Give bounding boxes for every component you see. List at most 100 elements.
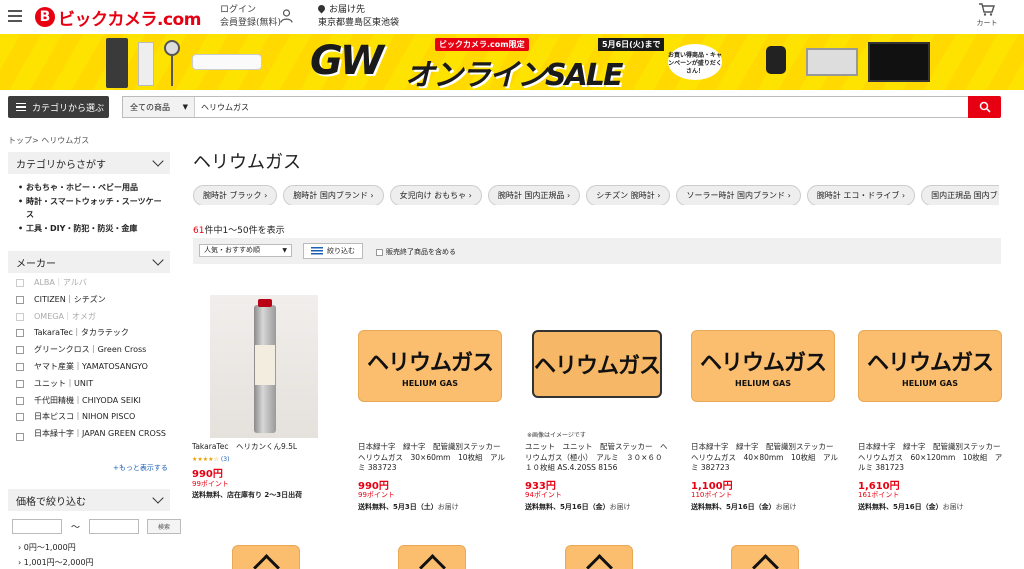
- maker-checkbox[interactable]: 千代田精機｜CHIYODA SEIKI: [16, 395, 170, 412]
- product-image-peek[interactable]: [398, 545, 466, 569]
- keyword-chip[interactable]: 女児向け おもちゃ ›: [389, 185, 482, 205]
- cart-button[interactable]: カート: [975, 3, 999, 28]
- shipping-info: 送料無料、5月3日（土）お届け: [358, 502, 459, 512]
- keyword-chip[interactable]: 腕時計 国内ブランド ›: [283, 185, 384, 205]
- price-filter-header[interactable]: 価格で絞り込む: [8, 489, 170, 511]
- delivery-address[interactable]: お届け先 東京都豊島区東池袋: [316, 3, 400, 30]
- review-count[interactable]: (3): [221, 456, 230, 463]
- banner-sale: オンラインSALE: [405, 58, 623, 90]
- product-image[interactable]: [210, 295, 360, 438]
- checkbox[interactable]: [16, 295, 24, 304]
- product-name[interactable]: 日本緑十字 緑十字 配管識別ステッカー ヘリウムガス 30×60mm 10枚組 …: [358, 442, 508, 474]
- maker-checkbox[interactable]: 日本ピスコ｜NIHON PISCO: [16, 411, 170, 428]
- maker-checkbox[interactable]: ALBA｜アルバ: [16, 277, 170, 294]
- search-bar: 全ての商品 ▼: [122, 96, 968, 118]
- related-keyword-chips: 腕時計 ブラック › 腕時計 国内ブランド › 女児向け おもちゃ › 腕時計 国内正…: [193, 183, 999, 205]
- banner-date: 5月6日(火)まで: [598, 38, 665, 51]
- category-item[interactable]: おもちゃ・ホビー・ベビー用品: [18, 181, 168, 194]
- chip-label: 腕時計 国内正規品: [497, 191, 565, 200]
- chip-label: ソーラー時計 国内ブランド: [686, 191, 786, 200]
- checkbox[interactable]: [16, 413, 24, 422]
- breadcrumb[interactable]: トップ> ヘリウムガス: [8, 135, 89, 146]
- maker-label: ヤマト産業｜YAMATOSANGYO: [34, 361, 148, 371]
- deliver-address-text: 東京都豊島区東池袋: [318, 18, 400, 28]
- checkbox[interactable]: [16, 329, 24, 338]
- product-points: 94ポイント: [525, 491, 562, 499]
- login-label: ログイン: [220, 5, 257, 15]
- price-range-link[interactable]: › 0円〜1,000円: [18, 542, 76, 553]
- keyword-chip[interactable]: 腕時計 ブラック ›: [193, 185, 278, 205]
- category-filter-header[interactable]: カテゴリからさがす: [8, 152, 170, 174]
- sort-select[interactable]: 人気・おすすめ順 ▼: [199, 244, 292, 257]
- image-note: ※画像はイメージです: [527, 432, 586, 439]
- category-select-button[interactable]: カテゴリから選ぶ: [8, 96, 109, 118]
- shipping-suffix: お届け: [942, 503, 964, 511]
- checkbox[interactable]: [16, 279, 24, 287]
- price-min-input[interactable]: [12, 519, 62, 534]
- keyword-chip[interactable]: 国内正規品 国内ブランド: [921, 185, 999, 205]
- shipping-info: 送料無料、5月16日（金）お届け: [525, 502, 631, 512]
- product-name[interactable]: ユニット ユニット 配管ステッカー ヘリウムガス（極小） アルミ ３０×６０ １…: [525, 442, 673, 474]
- checkbox[interactable]: [16, 346, 24, 355]
- show-more-makers-link[interactable]: +もっと表示する: [113, 463, 168, 473]
- product-image[interactable]: ヘリウムガス HELIUM GAS: [691, 330, 841, 402]
- user-icon[interactable]: [280, 9, 293, 23]
- price-search-button[interactable]: 検索: [147, 519, 182, 534]
- product-image[interactable]: ヘリウムガス HELIUM GAS: [358, 330, 508, 402]
- include-discontinued-checkbox[interactable]: 販売終了商品を含める: [376, 247, 456, 257]
- product-image[interactable]: ヘリウムガス HELIUM GAS: [858, 330, 1008, 402]
- login-link[interactable]: ログイン 会員登録(無料): [220, 4, 281, 30]
- search-scope-select[interactable]: 全ての商品 ▼: [123, 97, 195, 117]
- product-name[interactable]: TakaraTec ヘリカンくん9.5L: [192, 442, 340, 453]
- price-range-link[interactable]: › 1,001円〜2,000円: [18, 557, 94, 568]
- product-image-peek[interactable]: [232, 545, 300, 569]
- maker-filter-header[interactable]: メーカー: [8, 251, 170, 273]
- checkbox[interactable]: [16, 396, 24, 405]
- refine-label: 絞り込む: [327, 247, 355, 255]
- product-image[interactable]: ヘリウムガス: [532, 330, 682, 398]
- keyword-chip[interactable]: 腕時計 エコ・ドライブ ›: [806, 185, 916, 205]
- purifier-image: [138, 42, 154, 86]
- price-max-input[interactable]: [89, 519, 140, 534]
- checkbox[interactable]: [16, 379, 24, 388]
- result-count: 61件中1〜50件を表示: [193, 223, 285, 236]
- keyword-chip[interactable]: 腕時計 国内正規品 ›: [487, 185, 581, 205]
- maker-heading: メーカー: [16, 258, 56, 270]
- search-input[interactable]: [195, 97, 968, 117]
- product-image-peek[interactable]: [731, 545, 799, 569]
- maker-checkbox[interactable]: ヤマト産業｜YAMATOSANGYO: [16, 361, 170, 378]
- category-item[interactable]: 時計・スマートウォッチ・スーツケース: [18, 195, 168, 221]
- maker-label: 日本緑十字｜JAPAN GREEN CROSS: [34, 429, 166, 439]
- shipping-suffix: お届け: [437, 503, 459, 511]
- keyword-chip[interactable]: ソーラー時計 国内ブランド ›: [676, 185, 801, 205]
- maker-checkbox[interactable]: TakaraTec｜タカラテック: [16, 327, 170, 344]
- product-image-peek[interactable]: [565, 545, 633, 569]
- product-points: 161ポイント: [858, 491, 900, 499]
- maker-checkbox[interactable]: グリーンクロス｜Green Cross: [16, 344, 170, 361]
- product-name[interactable]: 日本緑十字 緑十字 配管識別ステッカー ヘリウムガス 60×120mm 10枚組…: [858, 442, 1008, 474]
- hamburger-icon[interactable]: [8, 10, 22, 22]
- maker-checkbox[interactable]: ユニット｜UNIT: [16, 378, 170, 395]
- search-button[interactable]: [968, 96, 1001, 118]
- maker-checkbox[interactable]: CITIZEN｜シチズン: [16, 294, 170, 311]
- helium-gas-sticker: ヘリウムガス HELIUM GAS: [358, 330, 502, 402]
- page-title: ヘリウムガス: [193, 152, 301, 173]
- refine-button[interactable]: 絞り込む: [303, 243, 363, 259]
- tv-image: [868, 42, 930, 82]
- site-logo[interactable]: B ビックカメラ.com: [35, 6, 201, 30]
- checkbox[interactable]: [376, 248, 383, 256]
- gw-sale-banner[interactable]: ビックカメラ.com限定 GW オンラインSALE 5月6日(火)まで お買い得…: [0, 34, 1024, 90]
- maker-label: OMEGA｜オメガ: [34, 311, 96, 321]
- checkbox[interactable]: [16, 362, 24, 371]
- category-item[interactable]: 工具・DIY・防犯・防災・金庫: [18, 222, 168, 235]
- scope-label: 全ての商品: [130, 102, 170, 112]
- price-range-label: 0円〜1,000円: [23, 543, 76, 552]
- keyword-chip[interactable]: シチズン 腕時計 ›: [586, 185, 671, 205]
- maker-checkbox[interactable]: 日本緑十字｜JAPAN GREEN CROSS: [16, 428, 170, 454]
- product-name[interactable]: 日本緑十字 緑十字 配管識別ステッカー ヘリウムガス 40×80mm 10枚組 …: [691, 442, 841, 474]
- checkbox[interactable]: [16, 433, 24, 442]
- sticker-subtext: HELIUM GAS: [735, 378, 791, 388]
- maker-checkbox[interactable]: OMEGA｜オメガ: [16, 311, 170, 328]
- checkbox[interactable]: [16, 312, 24, 321]
- sticker-subtext: HELIUM GAS: [402, 378, 458, 388]
